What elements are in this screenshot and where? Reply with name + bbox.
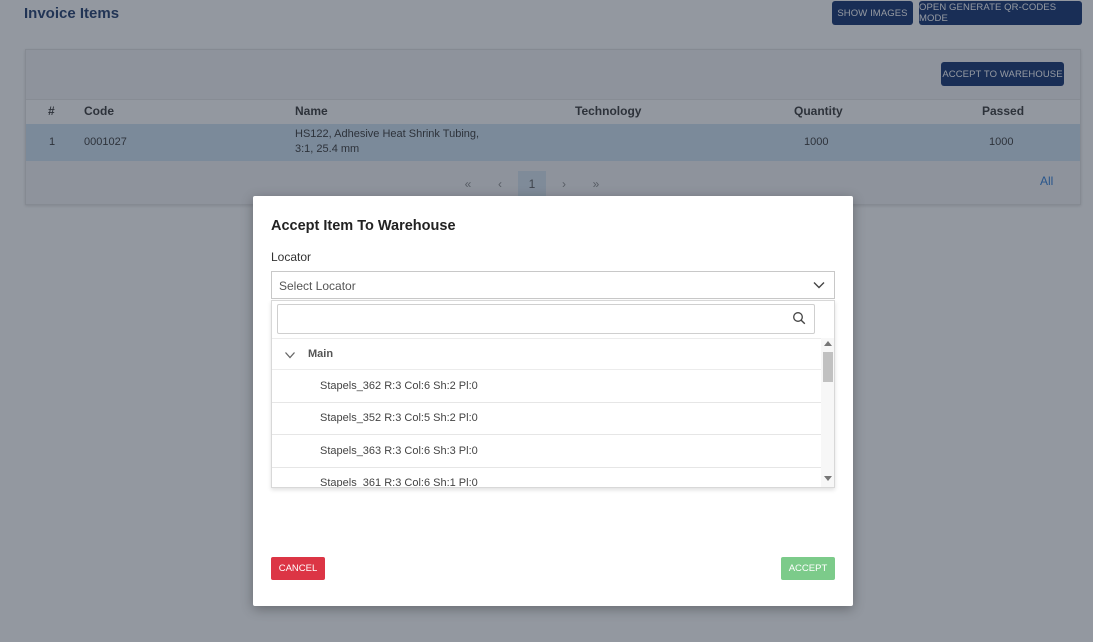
- locator-option[interactable]: Stapels_361 R:3 Col:6 Sh:1 Pl:0: [272, 467, 821, 488]
- modal-title: Accept Item To Warehouse: [271, 218, 456, 234]
- tree-group-label: Main: [308, 348, 334, 360]
- locator-dropdown: Main Stapels_362 R:3 Col:6 Sh:2 Pl:0 Sta…: [271, 300, 835, 488]
- chevron-down-icon: [813, 282, 825, 289]
- chevron-down-icon[interactable]: [284, 349, 296, 361]
- accept-button[interactable]: ACCEPT: [781, 557, 835, 580]
- cancel-button[interactable]: CANCEL: [271, 557, 325, 580]
- scroll-down-arrow-icon[interactable]: [824, 476, 832, 481]
- search-icon: [793, 312, 806, 325]
- locator-option[interactable]: Stapels_352 R:3 Col:5 Sh:2 Pl:0: [272, 402, 821, 435]
- tree-group-main[interactable]: Main: [272, 338, 821, 370]
- locator-select-placeholder: Select Locator: [279, 279, 356, 293]
- scroll-up-arrow-icon[interactable]: [824, 341, 832, 346]
- scrollbar-thumb[interactable]: [823, 352, 833, 382]
- dropdown-scrollbar[interactable]: [821, 338, 834, 487]
- locator-option-label: Stapels_363 R:3 Col:6 Sh:3 Pl:0: [320, 445, 478, 457]
- accept-item-modal: Accept Item To Warehouse Locator Select …: [253, 196, 853, 606]
- locator-option-label: Stapels_352 R:3 Col:5 Sh:2 Pl:0: [320, 412, 478, 424]
- locator-search-input[interactable]: [277, 304, 815, 334]
- locator-option[interactable]: Stapels_363 R:3 Col:6 Sh:3 Pl:0: [272, 435, 821, 468]
- locator-label: Locator: [271, 250, 312, 264]
- locator-option-label: Stapels_361 R:3 Col:6 Sh:1 Pl:0: [320, 477, 478, 488]
- locator-option-label: Stapels_362 R:3 Col:6 Sh:2 Pl:0: [320, 380, 478, 392]
- locator-option[interactable]: Stapels_362 R:3 Col:6 Sh:2 Pl:0: [272, 370, 821, 403]
- locator-select[interactable]: Select Locator: [271, 271, 835, 299]
